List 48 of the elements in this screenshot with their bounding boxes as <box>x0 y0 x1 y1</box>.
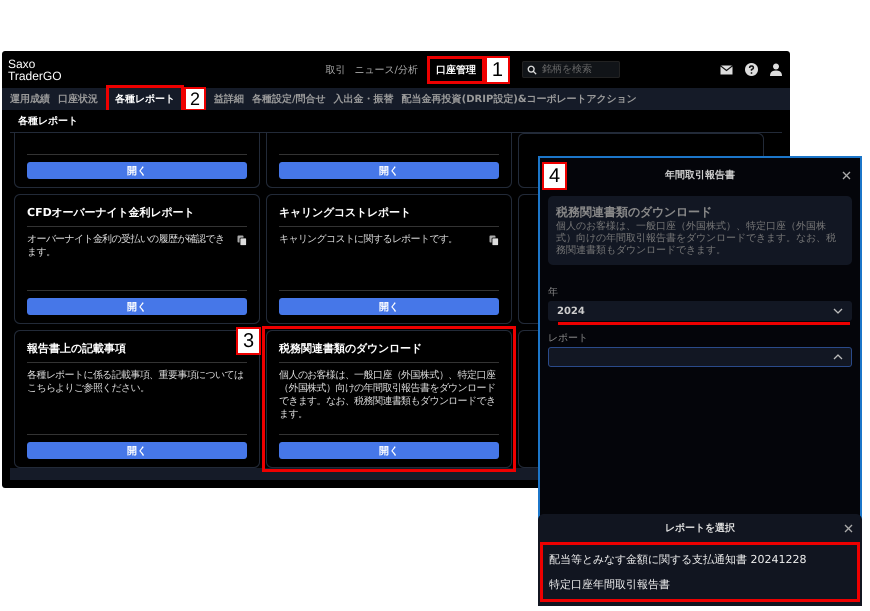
card-title: CFDオーバーナイト金利レポート <box>27 203 247 227</box>
dialog-title: 年間取引報告書 <box>665 168 735 182</box>
report-option[interactable]: 配当等とみなす金額に関する支払通知書 20241228 <box>543 547 857 572</box>
logo: Saxo TraderGO <box>8 58 63 82</box>
close-button[interactable] <box>843 522 854 534</box>
chevron-up-icon <box>833 354 843 360</box>
help-icon[interactable] <box>745 63 758 76</box>
open-button[interactable]: 開く <box>279 298 499 315</box>
open-button[interactable]: 開く <box>27 442 247 459</box>
close-button[interactable] <box>841 170 852 180</box>
sub-tab[interactable]: 口座状況 <box>58 92 98 106</box>
callout-number: 4 <box>542 162 568 190</box>
copy-icon[interactable] <box>489 235 499 246</box>
mail-icon[interactable] <box>720 64 733 74</box>
open-button[interactable]: 開く <box>27 298 247 315</box>
copy-icon[interactable] <box>237 235 247 246</box>
info-text: 個人のお客様は、一般口座（外国株式）、特定口座（外国株式）向けの年間取引報告書をダウンロードできます。なお、税務関連書類もダウンロードできます。 <box>556 221 837 257</box>
card-description: オーバーナイト金利の受払いの履歴が確認できます。 <box>27 233 226 259</box>
search-field[interactable]: 銘柄を検索 <box>522 61 620 78</box>
user-icon[interactable] <box>770 63 782 76</box>
select-field[interactable] <box>548 347 852 367</box>
info-title: 税務関連書類のダウンロード <box>556 204 713 220</box>
nav-tab[interactable]: ニュース/分析 <box>354 62 418 76</box>
panel-title: 各種レポート <box>18 114 78 128</box>
chevron-down-icon <box>833 308 843 314</box>
card-description: 各種レポートに係る記載事項、重要事項についてはこちらよりご参照ください。 <box>27 369 244 395</box>
card-description: キャリングコストに関するレポートです。 <box>279 233 459 246</box>
callout-number: 2 <box>184 87 206 111</box>
nav-tab[interactable]: 取引 <box>326 62 346 76</box>
field-label: 年 <box>548 286 559 299</box>
sheet-title: レポートを選択 <box>665 522 735 535</box>
field-label: レポート <box>548 332 589 345</box>
select-field[interactable]: 2024 <box>548 301 852 321</box>
card-title: キャリングコストレポート <box>279 203 499 227</box>
sub-tab[interactable]: 益詳細 <box>214 92 244 106</box>
sub-tab[interactable]: 運用成績 <box>10 92 50 106</box>
nav-tab[interactable]: 口座管理 <box>426 56 485 84</box>
sub-tab[interactable]: 配当金再投資(DRIP設定)&コーポレートアクション <box>402 92 637 106</box>
report-option[interactable]: 特定口座年間取引報告書 <box>543 572 857 597</box>
open-button[interactable]: 開く <box>279 162 499 179</box>
open-button[interactable]: 開く <box>27 162 247 179</box>
open-button[interactable]: 開く <box>279 442 499 459</box>
card-description: 個人のお客様は、一般口座（外国株式）、特定口座（外国株式）向けの年間取引報告書をダウンロードできます。なお、税務関連書類もダウンロードできます。 <box>279 369 496 421</box>
sub-tab[interactable]: 各種設定/問合せ <box>252 92 326 106</box>
callout-number: 1 <box>484 56 510 84</box>
search-icon <box>527 65 537 75</box>
card-title: 税務関連書類のダウンロード <box>279 339 499 363</box>
sub-tab[interactable]: 入出金・振替 <box>334 92 394 106</box>
